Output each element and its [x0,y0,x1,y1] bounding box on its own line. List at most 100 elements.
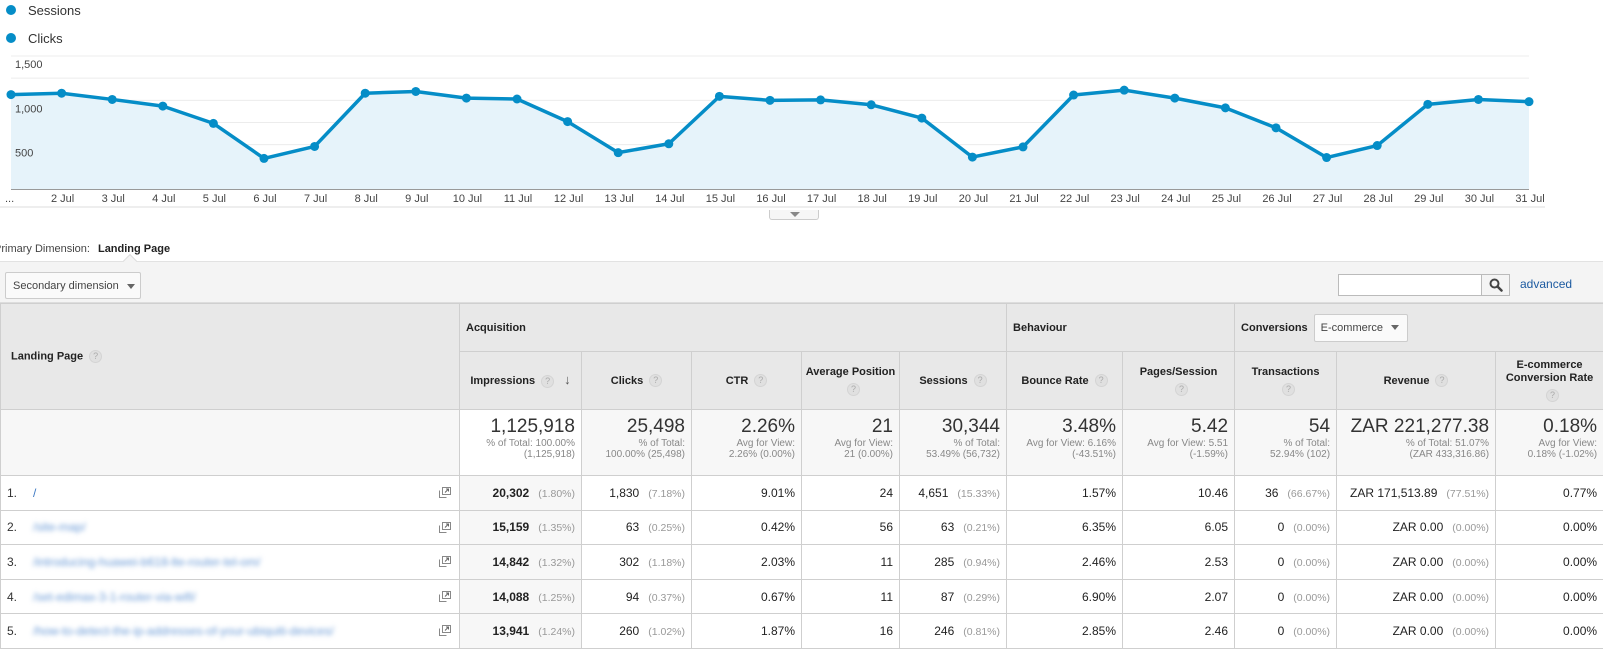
total-sub: % of Total: [953,438,1001,449]
data-point[interactable] [816,95,826,105]
cell-ecom-conv-rate: 0.00% [1495,578,1603,615]
cell-percent: (0.00%) [1293,591,1331,604]
data-point[interactable] [6,90,16,100]
x-tick-label: ... [5,193,14,205]
sessions-line-chart[interactable]: 500 1,000 1,500 ... 2 Jul 3 Jul 4 Jul 5 Jul 6 J… [0,50,1603,220]
help-icon[interactable]: ? [1282,383,1296,397]
column-header-transactions[interactable]: Transactions? [1234,351,1338,410]
data-point[interactable] [967,152,977,162]
column-header-pages-session[interactable]: Pages/Session? [1122,351,1236,410]
column-header-revenue[interactable]: Revenue? [1336,351,1497,410]
help-icon[interactable]: ? [1175,383,1189,397]
cell-percent: (0.00%) [1452,522,1490,535]
data-point[interactable] [1170,93,1180,103]
x-tick-label: 18 Jul [858,193,887,205]
data-point[interactable] [563,117,573,127]
data-point[interactable] [107,94,117,104]
landing-page-link[interactable]: /site-map/ [33,520,86,534]
column-header-ctr[interactable]: CTR? [691,351,802,410]
data-point[interactable] [1322,153,1332,163]
data-point[interactable] [411,86,421,96]
legend-item-sessions[interactable]: Sessions [6,2,81,18]
cell-transactions: 0 (0.00%) [1234,578,1338,615]
data-point[interactable] [1119,85,1129,95]
x-tick-label: 6 Jul [253,193,276,205]
data-point[interactable] [866,100,876,110]
chart-collapse-handle[interactable] [769,210,819,220]
open-external-icon[interactable] [439,487,451,498]
data-point[interactable] [512,94,522,104]
data-point[interactable] [310,141,320,151]
column-header-bounce-rate[interactable]: Bounce Rate? [1006,351,1124,410]
data-point[interactable] [360,88,370,98]
cell-revenue: ZAR 0.00 (0.00%) [1336,613,1497,649]
help-icon[interactable]: ? [847,383,860,397]
x-tick-label: 31 Jul [1515,193,1544,205]
data-point[interactable] [158,101,168,111]
primary-dimension-value[interactable]: Landing Page [98,243,170,255]
data-point[interactable] [1018,142,1028,152]
data-point[interactable] [1372,141,1382,151]
help-icon[interactable]: ? [1435,374,1449,388]
data-point[interactable] [917,113,927,123]
conversions-type-dropdown[interactable]: E-commerce [1313,313,1408,342]
table-row: 5. /how-to-detect-the-ip-addresses-of-you… [0,613,1603,649]
data-point[interactable] [1473,94,1483,104]
data-point[interactable] [1524,97,1534,107]
data-point[interactable] [1220,103,1230,113]
landing-page-link[interactable]: /how-to-detect-the-ip-addresses-of-your-… [33,624,334,638]
landing-page-link[interactable]: / [33,486,36,500]
total-clicks: 25,498% of Total: 100.00% (25,498) [581,409,692,476]
data-point[interactable] [1069,90,1079,100]
open-external-icon[interactable] [439,590,451,602]
open-external-icon[interactable] [439,521,451,533]
x-tick-label: 21 Jul [1009,193,1038,205]
help-icon[interactable]: ? [1546,389,1560,402]
landing-page-link[interactable]: /introducing-huawei-b618-lte-router-tel-… [33,555,260,569]
total-transactions: 54% of Total: 52.94% (102) [1234,409,1338,476]
legend-item-clicks[interactable]: Clicks [6,30,81,46]
help-icon[interactable]: ? [649,374,663,388]
data-point[interactable] [57,88,67,98]
open-external-icon[interactable] [439,556,451,568]
x-tick-label: 27 Jul [1313,193,1342,205]
data-point[interactable] [461,93,471,103]
cell-ctr: 2.03% [691,544,802,580]
cell-value: 11 [880,554,893,569]
total-value: 54 [1308,416,1331,437]
landing-page-link[interactable]: /set-edimax-3-1-router-via-wifi/ [33,590,196,604]
sort-descending-icon[interactable]: ↓ [564,372,571,387]
help-icon[interactable]: ? [754,374,768,388]
column-header-ecommerce-conversion-rate[interactable]: E-commerce Conversion Rate? [1495,351,1603,410]
help-icon[interactable]: ? [1094,374,1108,388]
data-point[interactable] [259,153,269,163]
data-point[interactable] [664,139,674,149]
group-header-behaviour: Behaviour [1006,303,1236,352]
landing-page-cell: 2. /site-map/ [0,509,460,546]
cell-value: 9.01% [760,485,795,500]
cell-revenue: ZAR 0.00 (0.00%) [1336,544,1497,580]
column-header-clicks[interactable]: Clicks? [581,351,692,410]
help-icon[interactable]: ? [89,350,103,363]
cell-value: 1.87% [760,624,795,639]
column-header-impressions[interactable]: Impressions? ↓ [459,351,582,410]
data-point[interactable] [765,95,775,105]
data-point[interactable] [714,91,724,101]
open-external-icon[interactable] [439,625,451,637]
data-point[interactable] [208,118,218,128]
data-point[interactable] [1423,99,1433,109]
secondary-dimension-dropdown[interactable]: Secondary dimension [5,272,141,299]
cell-sessions: 87 (0.29%) [898,578,1008,615]
column-label: CTR [725,374,749,387]
help-icon[interactable]: ? [541,374,555,388]
help-icon[interactable]: ? [973,374,987,388]
data-point[interactable] [613,148,623,158]
table-search-input[interactable] [1338,274,1482,296]
advanced-filter-link[interactable]: advanced [1520,277,1572,291]
data-point[interactable] [1271,123,1281,133]
column-header-average-position[interactable]: Average Position? [801,351,900,410]
cell-value: 0.67% [760,589,795,604]
cell-value: 6.90% [1081,589,1117,604]
search-button[interactable] [1481,274,1510,296]
column-header-sessions[interactable]: Sessions? [898,351,1008,410]
